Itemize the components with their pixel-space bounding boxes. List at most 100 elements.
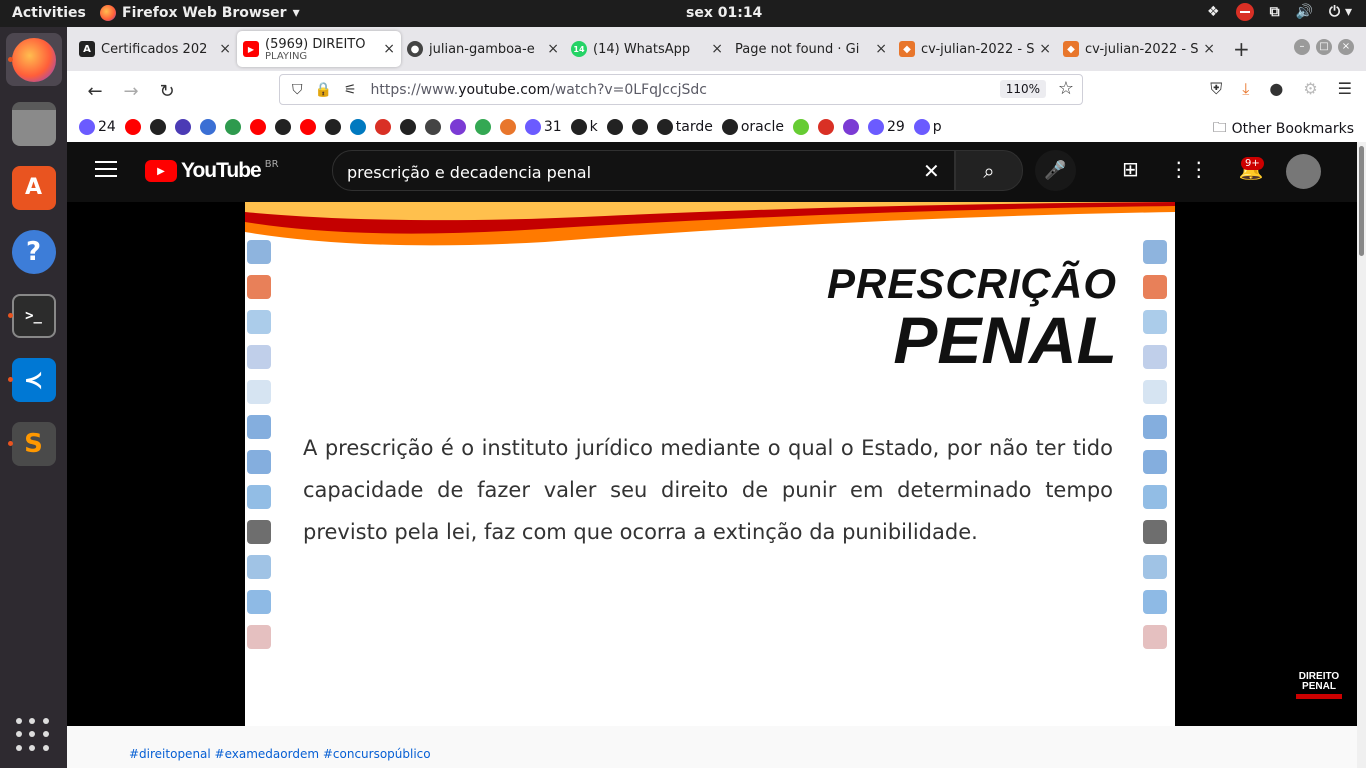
close-icon[interactable]: × [1039, 41, 1051, 57]
clock[interactable]: sex 01:14 [686, 5, 762, 21]
power-icon[interactable]: ⏻ ▾ [1329, 4, 1352, 20]
bookmark-item[interactable] [842, 118, 859, 135]
clear-search-icon[interactable]: ✕ [923, 159, 940, 183]
bookmark-item[interactable]: k [570, 118, 598, 135]
bookmark-item[interactable] [817, 118, 834, 135]
close-icon[interactable]: × [547, 41, 559, 57]
create-video-icon[interactable]: ⊞ [1122, 157, 1139, 181]
bookmark-item[interactable] [124, 118, 141, 135]
bookmark-item[interactable] [174, 118, 191, 135]
slide-right-nav-icons [1143, 240, 1167, 649]
bookmark-item[interactable]: p [913, 118, 942, 135]
bookmark-item[interactable] [349, 118, 366, 135]
page-scrollbar[interactable] [1357, 142, 1366, 768]
url-bar[interactable]: ⛉ 🔒 ⚟ https://www. youtube.com/watch?v=0L… [279, 74, 1083, 105]
channel-watermark[interactable]: DIREITO PENAL [1296, 672, 1342, 699]
lock-icon[interactable]: 🔒 [315, 82, 332, 98]
tab-cv-julian-1[interactable]: ◆ cv-julian-2022 - S × [893, 31, 1057, 67]
dock-help[interactable]: ? [6, 225, 62, 278]
bookmark-item[interactable] [374, 118, 391, 135]
close-icon[interactable]: × [1203, 41, 1215, 57]
dock-files[interactable] [6, 97, 62, 150]
bookmark-item[interactable] [224, 118, 241, 135]
close-icon[interactable]: × [875, 41, 887, 57]
bookmark-item[interactable]: 29 [867, 118, 905, 135]
search-input[interactable]: prescrição e decadencia penal [332, 150, 955, 191]
bookmark-item[interactable] [424, 118, 441, 135]
bookmark-item[interactable] [474, 118, 491, 135]
no-entry-icon[interactable] [1235, 3, 1254, 21]
avatar[interactable] [1286, 154, 1321, 189]
tab-cv-julian-2[interactable]: ◆ cv-julian-2022 - S × [1057, 31, 1221, 67]
back-button[interactable]: ← [81, 77, 109, 105]
dock-vscode[interactable]: ≺ [6, 353, 62, 406]
zoom-indicator[interactable]: 110% [999, 80, 1046, 98]
bookmark-item[interactable] [792, 118, 809, 135]
video-player[interactable]: PRESCRIÇÃO PENAL A prescrição é o instit… [67, 202, 1357, 726]
dropbox-icon[interactable]: ❖ [1207, 4, 1220, 20]
minimize-button[interactable]: – [1294, 39, 1310, 55]
activities-button[interactable]: Activities [12, 5, 86, 21]
extension-icon[interactable]: ● [1269, 79, 1283, 99]
bookmark-item[interactable] [324, 118, 341, 135]
forward-button[interactable]: → [117, 77, 145, 105]
dock-firefox[interactable] [5, 33, 62, 86]
bookmark-favicon-icon [570, 118, 587, 135]
bookmark-item[interactable] [249, 118, 266, 135]
new-tab-button[interactable]: + [1233, 37, 1250, 61]
bookmark-item[interactable] [199, 118, 216, 135]
close-icon[interactable]: × [383, 41, 395, 57]
bookmark-star-icon[interactable]: ☆ [1058, 78, 1074, 99]
extension-2-icon[interactable]: ⚙ [1303, 79, 1317, 99]
hamburger-menu-icon[interactable] [95, 161, 117, 177]
scrollbar-thumb[interactable] [1359, 146, 1364, 256]
reload-button[interactable]: ↻ [153, 77, 181, 105]
close-icon[interactable]: × [219, 41, 231, 57]
bookmark-item[interactable] [449, 118, 466, 135]
system-tray[interactable]: ❖ ⧉ 🔊 ⏻ ▾ [1207, 3, 1352, 21]
dock: A ? >_ ≺ S [0, 27, 67, 768]
youtube-logo[interactable]: ▶ YouTube BR [145, 159, 279, 183]
video-hashtags[interactable]: #direitopenal #examedaordem #concursopúb… [129, 747, 431, 761]
dock-software[interactable]: A [6, 161, 62, 214]
bookmark-item[interactable]: 24 [79, 118, 116, 135]
volume-icon[interactable]: 🔊 [1296, 4, 1313, 20]
permissions-icon[interactable]: ⚟ [344, 82, 357, 98]
other-bookmarks[interactable]: 🗀 Other Bookmarks [1213, 117, 1354, 141]
bookmark-item[interactable] [631, 118, 648, 135]
bookmark-favicon-icon [324, 118, 341, 135]
dock-terminal[interactable]: >_ [6, 289, 62, 342]
close-icon[interactable]: × [711, 41, 723, 57]
tab-github[interactable]: ● julian-gamboa-e × [401, 31, 565, 67]
voice-search-button[interactable]: 🎤 [1035, 150, 1076, 191]
bookmark-favicon-icon [817, 118, 834, 135]
bookmark-item[interactable]: 31 [524, 118, 562, 135]
bookmark-item[interactable] [606, 118, 623, 135]
bookmark-item[interactable]: oracle [721, 118, 784, 135]
bookmark-item[interactable] [149, 118, 166, 135]
bookmark-item[interactable] [274, 118, 291, 135]
shield-icon[interactable]: ⛉ [292, 82, 303, 98]
bookmark-item[interactable]: tarde [656, 118, 713, 135]
pocket-icon[interactable]: ⛨ [1210, 79, 1222, 99]
search-button[interactable]: ⌕ [955, 150, 1023, 191]
watermark-bar [1296, 694, 1342, 699]
dock-sublime[interactable]: S [6, 417, 62, 470]
tab-page-not-found[interactable]: Page not found · Gi × [729, 31, 893, 67]
bookmark-item[interactable] [499, 118, 516, 135]
download-icon[interactable]: ⤓ [1242, 79, 1249, 99]
bookmark-item[interactable] [299, 118, 316, 135]
app-menu[interactable]: Firefox Web Browser ▾ [100, 5, 300, 21]
tab-title-wrap: (5969) DIREITO PLAYING [265, 37, 379, 62]
tab-certificados[interactable]: A Certificados 202 × [73, 31, 237, 67]
maximize-button[interactable]: □ [1316, 39, 1332, 55]
apps-grid-icon[interactable]: ⋮⋮ [1169, 157, 1209, 181]
tab-youtube[interactable]: ▶ (5969) DIREITO PLAYING × [237, 31, 401, 67]
bookmark-item[interactable] [399, 118, 416, 135]
bookmark-favicon-icon [124, 118, 141, 135]
show-applications-button[interactable] [16, 718, 50, 752]
close-window-button[interactable]: × [1338, 39, 1354, 55]
menu-icon[interactable]: ☰ [1338, 79, 1352, 99]
tab-whatsapp[interactable]: 14 (14) WhatsApp × [565, 31, 729, 67]
network-icon[interactable]: ⧉ [1270, 4, 1280, 20]
